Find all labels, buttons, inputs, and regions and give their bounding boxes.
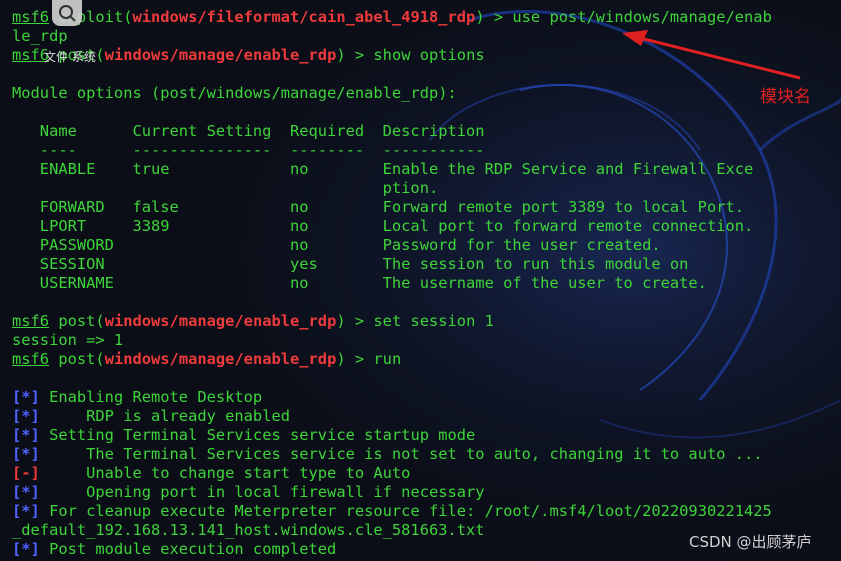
terminal-text: [*] [12, 407, 40, 425]
terminal-line: LPORT 3389 no Local port to forward remo… [12, 217, 753, 236]
terminal-text: Post module execution completed [39, 540, 337, 558]
terminal-text: msf6 [12, 350, 50, 368]
search-icon [59, 5, 76, 22]
terminal-text: [*] [12, 483, 40, 501]
terminal-text: [*] [12, 540, 40, 558]
terminal-line: [*] Post module execution completed [12, 540, 336, 559]
terminal-text: [*] [12, 426, 40, 444]
terminal-line: ENABLE true no Enable the RDP Service an… [12, 160, 753, 179]
terminal-line: [*] Opening port in local firewall if ne… [12, 483, 485, 502]
terminal-text: ) > run [336, 350, 402, 368]
terminal-text: PASSWORD no Password for the user create… [12, 236, 661, 254]
terminal-text: The Terminal Services service is not set… [39, 445, 763, 463]
terminal-line: [*] Enabling Remote Desktop [12, 388, 262, 407]
terminal-line: [*] RDP is already enabled [12, 407, 290, 426]
terminal-line: Module options (post/windows/manage/enab… [12, 84, 457, 103]
terminal-line: [*] Setting Terminal Services service st… [12, 426, 475, 445]
terminal-line: [*] The Terminal Services service is not… [12, 445, 763, 464]
terminal-text: ) > show options [336, 46, 485, 64]
csdn-watermark: CSDN @出顾茅庐 [689, 533, 812, 551]
terminal-text: Name Current Setting Required Descriptio… [12, 122, 485, 140]
terminal-text: For cleanup execute Meterpreter resource… [39, 502, 772, 520]
terminal-text: ENABLE true no Enable the RDP Service an… [12, 160, 754, 178]
overlay-tooltip: 文件 系统 [44, 50, 96, 64]
terminal-line: msf6 post(windows/manage/enable_rdp) > s… [12, 312, 494, 331]
terminal-line: PASSWORD no Password for the user create… [12, 236, 661, 255]
terminal-text: _default_192.168.13.141_host.windows.cle… [12, 521, 485, 539]
terminal-text: windows/manage/enable_rdp [104, 312, 337, 330]
terminal-text: ) > use post/windows/manage/enab [475, 8, 772, 26]
search-button[interactable] [52, 0, 82, 26]
terminal-line: ption. [12, 179, 439, 198]
terminal-text: [-] [12, 464, 40, 482]
terminal-text: ption. [12, 179, 439, 197]
terminal-line: le_rdp [12, 27, 68, 46]
terminal-text: windows/manage/enable_rdp [104, 46, 337, 64]
terminal-text: SESSION yes The session to run this modu… [12, 255, 689, 273]
terminal-line: FORWARD false no Forward remote port 338… [12, 198, 744, 217]
terminal-text: [*] [12, 502, 40, 520]
terminal-text: [*] [12, 388, 40, 406]
terminal-text: RDP is already enabled [39, 407, 290, 425]
terminal-text: USERNAME no The username of the user to … [12, 274, 707, 292]
terminal-line: Name Current Setting Required Descriptio… [12, 122, 485, 141]
terminal-line: USERNAME no The username of the user to … [12, 274, 707, 293]
terminal-text: LPORT 3389 no Local port to forward remo… [12, 217, 754, 235]
terminal-text: ---- --------------- -------- ----------… [12, 141, 485, 159]
annotation-label: 模块名 [760, 87, 811, 107]
terminal-text: Unable to change start type to Auto [39, 464, 411, 482]
terminal-line: msf6 exploit(windows/fileformat/cain_abe… [12, 8, 772, 27]
terminal-text: ) > set session 1 [336, 312, 494, 330]
terminal-line: SESSION yes The session to run this modu… [12, 255, 689, 274]
terminal-line: [*] For cleanup execute Meterpreter reso… [12, 502, 772, 521]
terminal-line: _default_192.168.13.141_host.windows.cle… [12, 521, 485, 540]
terminal-text: Opening port in local firewall if necess… [39, 483, 485, 501]
terminal-text: windows/manage/enable_rdp [104, 350, 337, 368]
terminal-text: Enabling Remote Desktop [39, 388, 263, 406]
terminal-text: le_rdp [12, 27, 68, 45]
terminal-text: FORWARD false no Forward remote port 338… [12, 198, 745, 216]
terminal-text: session => 1 [12, 331, 124, 349]
terminal-text: [*] [12, 445, 40, 463]
terminal-text: post( [49, 312, 105, 330]
terminal-line: [-] Unable to change start type to Auto [12, 464, 410, 483]
terminal-line: msf6 post(windows/manage/enable_rdp) > r… [12, 350, 401, 369]
terminal-text: msf6 [12, 312, 50, 330]
terminal-text: Module options (post/windows/manage/enab… [12, 84, 457, 102]
terminal-line: session => 1 [12, 331, 123, 350]
terminal-text: windows/fileformat/cain_abel_4918_rdp [132, 8, 476, 26]
terminal-text: Setting Terminal Services service startu… [39, 426, 476, 444]
terminal-line: ---- --------------- -------- ----------… [12, 141, 485, 160]
terminal-text: post( [49, 350, 105, 368]
terminal-text: msf6 [12, 8, 50, 26]
